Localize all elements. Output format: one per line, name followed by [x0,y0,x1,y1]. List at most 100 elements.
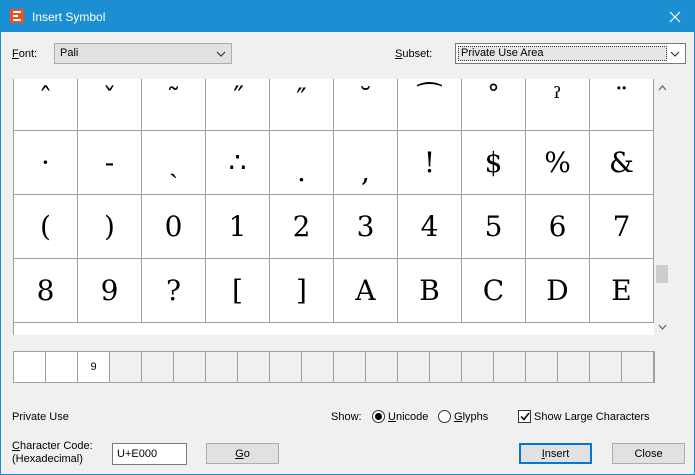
scroll-down-button[interactable] [654,318,670,335]
symbol-cell[interactable]: ! [398,131,462,195]
unicode-radio-label[interactable]: Unicode [388,411,428,423]
symbol-cell[interactable]: 3 [334,195,398,259]
symbol-cell[interactable]: 9 [78,259,142,323]
close-button-label: Close [634,447,663,460]
subset-dropdown[interactable]: Private Use Area [455,43,686,64]
close-icon [669,11,681,23]
symbol-cell[interactable]: - [78,131,142,195]
insert-symbol-dialog: Insert Symbol Font: Pali Subset: Private… [0,0,695,475]
recent-symbol-cell[interactable] [46,352,78,382]
symbol-cell[interactable]: [ [206,259,270,323]
chevron-up-icon [658,84,666,90]
symbol-cell[interactable]: ˝ [206,79,270,131]
symbol-cell[interactable]: ˜ [142,79,206,131]
recent-symbol-cell[interactable] [142,352,174,382]
glyphs-radio-label[interactable]: Glyphs [454,411,488,423]
symbol-cell[interactable]: ( [14,195,78,259]
symbol-cell[interactable]: ˚ [462,79,526,131]
app-icon [10,9,24,23]
symbol-cell[interactable]: ) [78,195,142,259]
symbol-cell[interactable]: ? [142,259,206,323]
recent-symbol-cell[interactable] [494,352,526,382]
glyphs-radio[interactable] [438,410,451,423]
symbol-cell[interactable]: 5 [462,195,526,259]
recent-symbol-cell[interactable] [174,352,206,382]
recent-symbol-cell[interactable] [558,352,590,382]
insert-button-label: Insert [541,447,570,460]
character-code-label: Character Code: [12,440,93,452]
recent-symbol-cell[interactable] [622,352,654,382]
go-button[interactable]: Go [206,443,279,464]
scroll-thumb[interactable] [656,265,668,283]
symbol-cell[interactable]: B [398,259,462,323]
chevron-down-icon [668,46,682,61]
window-title: Insert Symbol [32,10,106,24]
font-value: Pali [60,47,79,59]
symbol-cell[interactable]: ∴ [206,131,270,195]
unicode-radio[interactable] [372,410,385,423]
show-label: Show: [331,411,362,423]
recent-symbol-cell[interactable] [238,352,270,382]
window-close-button[interactable] [660,5,690,29]
character-code-input[interactable] [112,443,187,465]
recent-symbol-cell[interactable] [14,352,46,382]
font-dropdown[interactable]: Pali [54,43,232,64]
symbol-cell[interactable]: 1 [206,195,270,259]
symbol-cell[interactable]: ˀ [526,79,590,131]
symbol-cell[interactable]: · [14,131,78,195]
chevron-down-icon [214,46,228,61]
symbol-cell[interactable]: ⁀ [398,79,462,131]
symbol-cell[interactable]: E [590,259,654,323]
recent-symbol-cell[interactable] [366,352,398,382]
recent-symbol-cell[interactable] [334,352,366,382]
recent-symbol-cell[interactable] [270,352,302,382]
symbol-cell[interactable]: 2 [270,195,334,259]
recent-symbols: 9 [13,351,655,383]
character-name: Private Use [12,411,69,423]
symbol-cell[interactable]: ¨ [590,79,654,131]
symbol-cell[interactable]: 6 [526,195,590,259]
symbol-cell[interactable]: ˆ [14,79,78,131]
show-large-characters-label[interactable]: Show Large Characters [534,411,650,423]
symbol-cell[interactable]: ″ [270,79,334,131]
symbol-cell[interactable]: ˇ [78,79,142,131]
subset-value: Private Use Area [461,47,544,59]
chevron-down-icon [658,324,666,330]
recent-symbol-cell[interactable] [302,352,334,382]
symbol-grid-scrollbar[interactable] [654,79,670,335]
symbol-cell[interactable]: ˘ [334,79,398,131]
recent-symbol-cell[interactable] [110,352,142,382]
symbol-cell[interactable]: & [590,131,654,195]
symbol-cell[interactable]: ] [270,259,334,323]
recent-symbol-cell[interactable] [398,352,430,382]
scroll-up-button[interactable] [654,79,670,96]
close-button[interactable]: Close [612,443,685,464]
recent-symbol-cell[interactable] [430,352,462,382]
symbol-cell[interactable]: . [270,131,334,195]
symbol-cell[interactable]: A [334,259,398,323]
recent-symbol-cell[interactable]: 9 [78,352,110,382]
symbol-cell[interactable]: $ [462,131,526,195]
recent-symbol-cell[interactable] [526,352,558,382]
symbol-cell[interactable]: 0 [142,195,206,259]
symbol-cell[interactable]: D [526,259,590,323]
symbol-cell[interactable]: 7 [590,195,654,259]
symbol-cell[interactable]: 8 [14,259,78,323]
symbol-grid: ˆ ˇ ˜ ˝ ″ ˘ ⁀ ˚ ˀ ¨ · - ˏ ∴.,! $% & () 0 1 2 3 4 5 6 7 8 9?[] A B C D E [13,79,654,335]
go-button-label: Go [235,447,250,460]
symbol-cell[interactable]: 4 [398,195,462,259]
symbol-cell[interactable]: % [526,131,590,195]
recent-symbol-cell[interactable] [206,352,238,382]
symbol-cell[interactable]: C [462,259,526,323]
symbol-grid-cells: ˆ ˇ ˜ ˝ ″ ˘ ⁀ ˚ ˀ ¨ · - ˏ ∴.,! $% & () 0 1 2 3 4 5 6 7 8 9?[] A B C D E [14,79,654,323]
symbol-cell[interactable]: , [334,131,398,195]
hexadecimal-label: (Hexadecimal) [12,453,83,465]
show-large-characters-checkbox[interactable] [518,410,531,423]
insert-button[interactable]: Insert [519,443,592,464]
checkmark-icon [519,412,530,421]
recent-symbol-cell[interactable] [590,352,622,382]
recent-symbol-cell[interactable] [462,352,494,382]
character-code-field[interactable] [113,444,186,464]
title-bar: Insert Symbol [1,1,694,32]
symbol-cell[interactable]: ˏ [142,131,206,195]
